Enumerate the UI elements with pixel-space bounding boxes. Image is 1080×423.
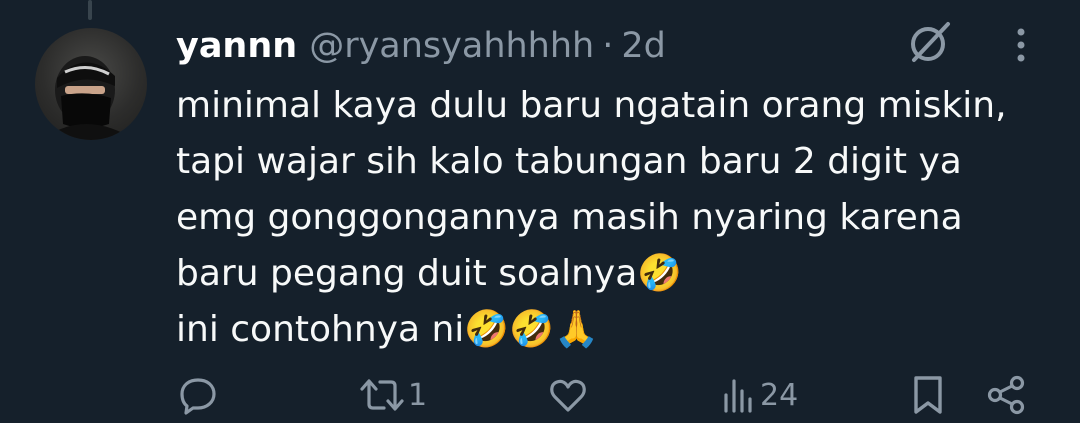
reply-icon xyxy=(180,378,216,415)
retweet-button[interactable]: 1 xyxy=(358,370,427,420)
like-icon xyxy=(550,379,586,412)
tweet-text-line: ini contohnya ni🤣🤣🙏 xyxy=(176,309,599,350)
share-icon xyxy=(987,375,1025,415)
bookmark-button[interactable] xyxy=(910,370,946,420)
like-button[interactable] xyxy=(548,370,590,420)
avatar-photo xyxy=(41,56,135,140)
more-options-icon[interactable] xyxy=(1006,22,1036,68)
timestamp[interactable]: 2d xyxy=(621,26,666,66)
thread-connector-line xyxy=(88,0,92,20)
tweet-text-line: baru pegang duit soalnya🤣 xyxy=(176,253,683,294)
retweet-icon xyxy=(360,379,404,411)
tweet-text-line: tapi wajar sih kalo tabungan baru 2 digi… xyxy=(176,141,962,182)
bookmark-icon xyxy=(914,376,942,414)
tweet-text: minimal kaya dulu baru ngatain orang mis… xyxy=(176,78,1056,358)
tweet-header: yannn @ryansyahhhhh · 2d xyxy=(176,20,666,72)
tweet-text-line: minimal kaya dulu baru ngatain orang mis… xyxy=(176,85,1007,126)
display-name[interactable]: yannn xyxy=(176,26,297,66)
avatar[interactable] xyxy=(35,28,147,140)
share-button[interactable] xyxy=(986,370,1026,420)
retweet-count: 1 xyxy=(408,377,428,413)
views-count: 24 xyxy=(760,377,799,413)
user-handle[interactable]: @ryansyahhhhh xyxy=(309,26,594,66)
grok-icon[interactable] xyxy=(904,16,956,68)
views-button[interactable]: 24 xyxy=(722,370,798,420)
separator-dot: · xyxy=(602,26,614,66)
reply-button[interactable] xyxy=(178,370,220,420)
views-icon xyxy=(724,379,752,413)
tweet-action-bar: 1 24 xyxy=(0,370,1080,420)
tweet-text-line: emg gonggongannya masih nyaring karena xyxy=(176,197,963,238)
